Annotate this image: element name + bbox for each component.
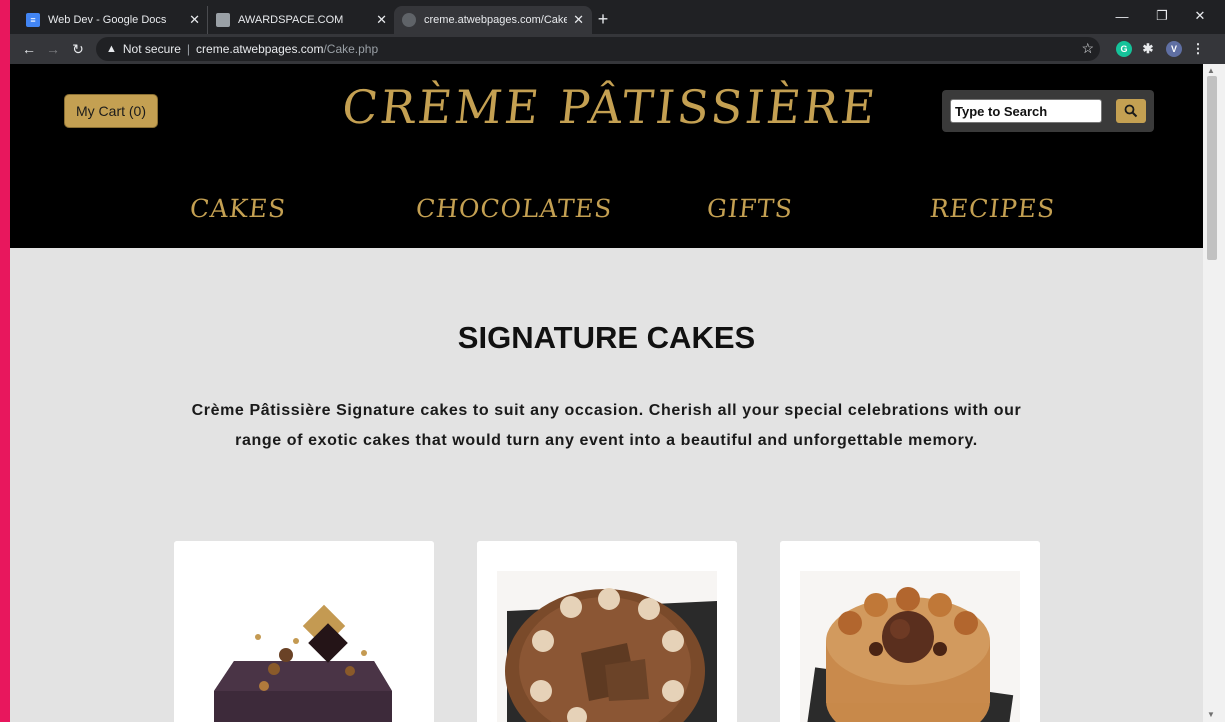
reload-icon[interactable]: ↻ — [67, 38, 89, 60]
browser-window: ≡ Web Dev - Google Docs ✕ AWARDSPACE.COM… — [10, 0, 1225, 722]
cake-image — [174, 541, 434, 722]
cake-image — [477, 541, 737, 722]
nav-chocolates[interactable]: CHOCOLATES — [414, 194, 613, 223]
search-icon — [1124, 104, 1138, 118]
intro-text: Crème Pâtissière Signature cakes to suit… — [191, 402, 1022, 449]
cake-image — [780, 541, 1040, 722]
search-input[interactable] — [950, 99, 1102, 123]
security-label: Not secure — [122, 42, 181, 56]
tab-awardspace[interactable]: AWARDSPACE.COM ✕ — [207, 6, 395, 34]
page-heading: SIGNATURE CAKES — [457, 320, 756, 355]
menu-icon[interactable]: ⋮ — [1190, 41, 1206, 57]
close-window-icon[interactable]: ✕ — [1184, 4, 1216, 28]
profile-avatar[interactable]: V — [1166, 41, 1182, 57]
tab-strip: ≡ Web Dev - Google Docs ✕ AWARDSPACE.COM… — [10, 0, 1225, 34]
tab-creme-cake[interactable]: creme.atwebpages.com/Cake.php ✕ — [394, 6, 592, 34]
extensions-icon[interactable]: ✱ — [1140, 41, 1156, 57]
address-bar[interactable]: ▲ Not secure | creme.atwebpages.com/Cake… — [96, 37, 1100, 61]
nav-cakes[interactable]: CAKES — [188, 194, 287, 223]
scroll-up-icon[interactable]: ▲ — [1207, 66, 1215, 75]
product-card[interactable] — [780, 541, 1040, 722]
brand-logo-text[interactable]: CRÈME PÂTISSIÈRE — [307, 80, 913, 134]
awardspace-icon — [216, 13, 230, 27]
nav-recipes[interactable]: RECIPES — [928, 194, 1056, 223]
tab-google-docs[interactable]: ≡ Web Dev - Google Docs ✕ — [18, 6, 208, 34]
separator: | — [186, 42, 191, 56]
scroll-down-icon[interactable]: ▼ — [1207, 710, 1215, 719]
new-tab-button[interactable]: + — [590, 6, 616, 32]
globe-icon — [402, 13, 416, 27]
browser-toolbar: ← → ↻ ▲ Not secure | creme.atwebpages.co… — [10, 34, 1225, 64]
nav-gifts[interactable]: GIFTS — [705, 194, 794, 223]
url-path: /Cake.php — [323, 42, 379, 56]
site-header: My Cart (0) CRÈME PÂTISSIÈRE CAKES CHOCO… — [10, 64, 1203, 248]
bookmark-star-icon[interactable]: ☆ — [1081, 40, 1094, 57]
minimize-icon[interactable]: — — [1106, 4, 1138, 28]
url-host: creme.atwebpages.com — [196, 42, 324, 56]
page-viewport: My Cart (0) CRÈME PÂTISSIÈRE CAKES CHOCO… — [10, 64, 1203, 722]
docs-icon: ≡ — [26, 13, 40, 27]
search-container — [942, 90, 1154, 132]
tab-title: AWARDSPACE.COM — [238, 14, 344, 26]
grammarly-icon[interactable]: G — [1116, 41, 1132, 57]
warning-icon[interactable]: ▲ — [106, 43, 117, 55]
my-cart-button[interactable]: My Cart (0) — [64, 94, 158, 128]
close-icon[interactable]: ✕ — [189, 12, 200, 28]
forward-icon[interactable]: → — [42, 38, 64, 60]
search-button[interactable] — [1116, 99, 1146, 123]
close-icon[interactable]: ✕ — [376, 12, 387, 28]
tab-title: creme.atwebpages.com/Cake.php — [424, 14, 568, 26]
tab-title: Web Dev - Google Docs — [48, 14, 167, 26]
product-card[interactable] — [477, 541, 737, 722]
product-card[interactable] — [174, 541, 434, 722]
scrollbar-thumb[interactable] — [1207, 76, 1217, 260]
close-icon[interactable]: ✕ — [573, 12, 584, 28]
restore-icon[interactable]: ❐ — [1146, 4, 1178, 28]
page-scrollbar[interactable]: ▲ ▼ — [1203, 64, 1225, 722]
back-icon[interactable]: ← — [18, 38, 40, 60]
